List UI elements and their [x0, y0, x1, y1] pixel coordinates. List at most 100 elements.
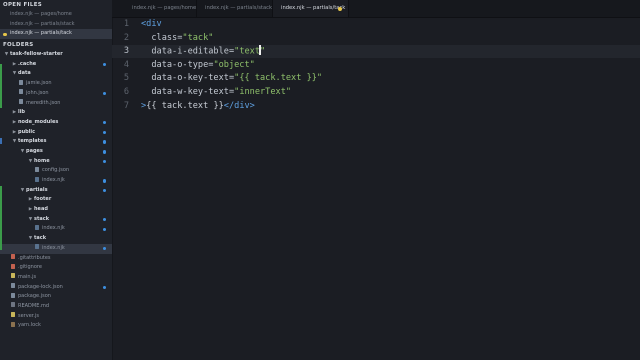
file-item[interactable]: package-lock.json: [0, 283, 112, 293]
folder-label: public: [18, 128, 36, 135]
code-text[interactable]: data-o-type="object": [141, 59, 255, 72]
code-text[interactable]: data-i-editable="text": [141, 45, 265, 59]
open-file-item[interactable]: index.njk — pages/home: [0, 10, 112, 20]
folder-item[interactable]: ▼ tack: [0, 234, 112, 244]
chevron-right-icon[interactable]: ▶: [11, 108, 18, 118]
file-label: .gitignore: [18, 264, 42, 271]
line-number: 3: [123, 46, 129, 57]
njk-file-icon: [35, 244, 39, 250]
code-line[interactable]: 4 data-o-type="object": [112, 59, 640, 72]
chevron-down-icon[interactable]: ▼: [19, 186, 26, 196]
line-number: 1: [123, 19, 129, 29]
vcs-status-dot: [102, 150, 106, 154]
chevron-right-icon[interactable]: ▶: [11, 118, 18, 128]
folder-tree: ▼ task-fellow-starter ▶ .cache ▼ data jamie.js…: [0, 50, 112, 331]
file-label: config.json: [42, 167, 70, 174]
code-text[interactable]: >{{ tack.text }}</div>: [141, 100, 255, 113]
chevron-down-icon[interactable]: ▼: [27, 215, 34, 225]
chevron-right-icon[interactable]: ▶: [11, 60, 18, 70]
file-item[interactable]: index.njk: [0, 224, 112, 234]
code-line[interactable]: 1 <div: [112, 18, 640, 31]
code-text[interactable]: data-o-key-text="{{ tack.text }}": [141, 72, 322, 85]
code-token: ": [260, 46, 266, 57]
file-item[interactable]: package.json: [0, 292, 112, 302]
folder-item[interactable]: ▶ node_modules: [0, 118, 112, 128]
git-file-icon: [11, 263, 15, 269]
vcs-status-dot: [102, 285, 106, 290]
file-item[interactable]: config.json: [0, 166, 112, 176]
vcs-status-dot: [102, 227, 106, 232]
file-item[interactable]: john.json: [0, 89, 112, 99]
tab-3[interactable]: index.njk — partials/tack: [273, 0, 349, 17]
code-line[interactable]: 3 data-i-editable="text": [112, 45, 640, 59]
file-item[interactable]: jamie.json: [0, 79, 112, 89]
folder-item[interactable]: ▼ home: [0, 157, 112, 167]
git-file-icon: [11, 254, 15, 259]
tab-1[interactable]: index.njk — pages/home: [124, 0, 197, 17]
file-item[interactable]: main.js: [0, 273, 112, 283]
folder-item[interactable]: ▼ task-fellow-starter: [0, 50, 112, 60]
chevron-down-icon[interactable]: ▼: [3, 50, 10, 60]
code-line[interactable]: 6 data-w-key-text="innerText": [112, 86, 640, 99]
folder-label: tack: [34, 235, 47, 242]
file-label: index.njk: [42, 177, 65, 183]
chevron-down-icon[interactable]: ▼: [27, 234, 34, 244]
file-item[interactable]: .gitignore: [0, 263, 112, 273]
code-token: data-o-type=: [141, 59, 214, 70]
folder-item[interactable]: ▼ stack: [0, 215, 112, 225]
folder-item[interactable]: ▶ .cache: [0, 60, 112, 70]
folder-label: lib: [18, 109, 26, 116]
file-item[interactable]: server.js: [0, 312, 112, 322]
chevron-right-icon[interactable]: ▶: [27, 195, 34, 205]
tab-label: index.njk — partials/stack: [205, 5, 272, 11]
file-label: index.njk: [42, 225, 65, 232]
folder-item[interactable]: ▼ partials: [0, 186, 112, 196]
chevron-right-icon[interactable]: ▶: [27, 205, 34, 215]
file-item[interactable]: .gitattributes: [0, 254, 112, 264]
vcs-status-dot: [102, 217, 106, 222]
open-files-heading: OPEN FILES: [3, 2, 43, 8]
code-line[interactable]: 7 >{{ tack.text }}</div>: [112, 100, 640, 113]
chevron-down-icon[interactable]: ▼: [27, 157, 34, 167]
chevron-right-icon[interactable]: ▶: [11, 128, 18, 138]
folder-item[interactable]: ▼ pages: [0, 147, 112, 157]
folder-item[interactable]: ▶ public: [0, 128, 112, 138]
open-file-item[interactable]: index.njk — partials/tack: [0, 29, 112, 40]
unsaved-dot-icon[interactable]: [338, 6, 342, 11]
json-file-icon: [11, 292, 15, 298]
lock-file-icon: [11, 321, 15, 327]
vcs-status-dot: [102, 140, 106, 144]
file-label: .gitattributes: [18, 254, 51, 261]
file-item[interactable]: index.njk: [0, 176, 112, 186]
code-token: {{ tack.text }}: [146, 100, 224, 111]
open-file-label: index.njk — pages/home: [10, 11, 72, 17]
js-file-icon: [11, 273, 15, 279]
folder-label: node_modules: [18, 118, 59, 125]
chevron-down-icon[interactable]: ▼: [11, 137, 18, 147]
vcs-status-dot: [102, 92, 106, 96]
tab-2[interactable]: index.njk — partials/stack: [197, 0, 273, 17]
open-file-item[interactable]: index.njk — partials/stack: [0, 20, 112, 30]
code-editor[interactable]: 1 <div 2 class="tack" 3 data-i-editable="te…: [112, 18, 640, 360]
vcs-added-marker: [0, 186, 2, 250]
code-line[interactable]: 2 class="tack": [112, 32, 640, 45]
code-text[interactable]: class="tack": [141, 32, 213, 45]
folder-item[interactable]: ▼ templates: [0, 137, 112, 147]
code-text[interactable]: data-w-key-text="innerText": [141, 86, 291, 99]
folder-item[interactable]: ▼ data: [0, 69, 112, 79]
folder-item[interactable]: ▶ footer: [0, 195, 112, 205]
chevron-down-icon[interactable]: ▼: [19, 147, 26, 157]
folder-item[interactable]: ▶ lib: [0, 108, 112, 118]
code-token: data-w-key-text=: [141, 87, 235, 97]
code-text[interactable]: <div: [141, 18, 162, 31]
vcs-modified-marker: [0, 138, 2, 144]
file-item[interactable]: yarn.lock: [0, 321, 112, 331]
chevron-down-icon[interactable]: ▼: [11, 69, 18, 79]
code-line[interactable]: 5 data-o-key-text="{{ tack.text }}": [112, 72, 640, 85]
njk-file-icon: [35, 224, 39, 230]
folder-item[interactable]: ▶ head: [0, 205, 112, 215]
file-item[interactable]: meredith.json: [0, 99, 112, 109]
file-label: server.js: [18, 312, 39, 319]
file-item[interactable]: README.md: [0, 302, 112, 312]
file-item[interactable]: index.njk: [0, 243, 112, 254]
